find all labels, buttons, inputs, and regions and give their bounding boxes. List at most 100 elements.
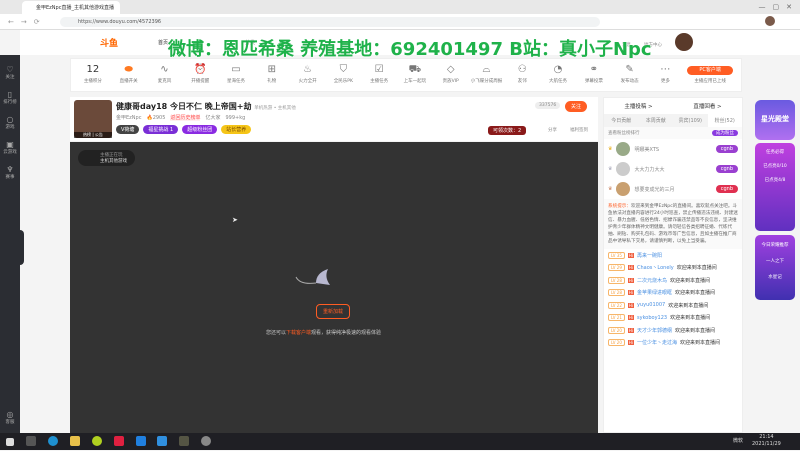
tag[interactable]: 福星挑战 1 [143, 125, 179, 134]
toolbar-item[interactable]: ♨ 火力全开 [290, 64, 326, 86]
gamepad-icon: ▣ [6, 140, 14, 149]
chat-username[interactable]: yuyu01007 [637, 302, 665, 308]
toolbar-item[interactable]: ◇ 贵族VIP [433, 64, 469, 86]
shield-icon: ⛉ [339, 64, 348, 75]
chat-username[interactable]: sykoboy123 [637, 315, 667, 321]
chat-username[interactable]: Chaos丶Lonely [637, 264, 674, 271]
join-fans-button[interactable]: 成为粉丝 [712, 130, 738, 136]
gauge-icon: ◔ [553, 64, 563, 75]
toolbar-item[interactable]: ⋯ 更多 [648, 64, 684, 86]
chat-message: LV 35 Hi 再来一碗阳 [604, 249, 742, 262]
toolbar-item[interactable]: ▭ 星海任务 [218, 64, 254, 86]
replay-link[interactable]: 直播回看 > [673, 102, 742, 110]
task-view-icon[interactable] [25, 436, 36, 446]
tab-week[interactable]: 本周贡献 [639, 114, 674, 127]
file-explorer-icon[interactable] [69, 436, 80, 446]
crown-icon: ♛ [608, 166, 613, 172]
url-input[interactable]: https://www.douyu.com/4572396 [60, 17, 600, 27]
level-badge: LV 21 [608, 314, 625, 322]
tab-today[interactable]: 今日贡献 [604, 114, 639, 127]
chat-username[interactable]: 金苹果绿进眼眶 [637, 289, 672, 296]
tab-title: 金甲EzNpc直播_主机其他游戏直播 [36, 5, 114, 11]
toolbar-item[interactable]: ⊞ 礼物 [254, 64, 290, 86]
toolbar-item[interactable]: ⬬ 直播开关 [111, 64, 147, 86]
app-icon[interactable] [113, 436, 124, 446]
clock[interactable]: 21:14 2021/11/29 [752, 434, 781, 448]
follow-button[interactable]: 关注 [565, 101, 588, 112]
chat-message: LV 20 Hi 一位少年丶走过海 欢迎来到本直播间 [604, 337, 742, 350]
window-controls[interactable]: — ▢ ✕ [759, 2, 792, 12]
hi-badge: Hi [627, 252, 635, 258]
sidebar-item-follow[interactable]: ♡ 关注 [0, 65, 20, 80]
lottery-button[interactable]: 可领次数：2 [488, 126, 527, 135]
anchor-score: 12 主播积分 [83, 64, 102, 84]
toolbar-item[interactable]: ☑ 主播任务 [361, 64, 397, 86]
promo-column[interactable]: 星光殿堂 任务必得 已点亮0/10 已点亮4/8 今日荣耀推荐 一人之下 水星记 [755, 100, 795, 300]
app-icon[interactable] [179, 436, 190, 446]
chat-username[interactable]: 天才少年郭德纲 [637, 327, 672, 334]
toolbar-item[interactable]: ∿ 麦克风 [147, 64, 183, 86]
tab-fans[interactable]: 粉丝(52) [707, 114, 742, 127]
panel-links: 主播投稿 > 直播回看 > [604, 98, 742, 114]
contribution-tabs: 今日贡献 本周贡献 贵宾(109) 粉丝(52) [604, 114, 742, 127]
toolbar-item[interactable]: ⏰ 开播提醒 [182, 64, 218, 86]
tab-vip[interactable]: 贵宾(109) [673, 114, 708, 127]
loading-shark-fin-icon [295, 269, 330, 285]
profile-avatar[interactable] [765, 16, 775, 26]
app-icon[interactable] [135, 436, 146, 446]
sidebar-collapse-handle[interactable] [18, 230, 24, 265]
friends-icon: ⚇ [517, 64, 527, 75]
chat-username[interactable]: 一位少年丶走过海 [637, 339, 677, 346]
toolbar-item[interactable]: ⛉ 全民乐PK [325, 64, 361, 86]
toolbar-item[interactable]: ✎ 发布动态 [612, 64, 648, 86]
nav-home[interactable]: 首页 [158, 39, 168, 46]
sidebar-item-ranking[interactable]: ▯ 排行榜 [0, 90, 20, 105]
fan-rank-row[interactable]: ♛ 明娜美XTS cgnb [604, 139, 742, 159]
gift-icon: ⊞ [267, 64, 276, 75]
toolbar-item[interactable]: ⚇ 友邻 [504, 64, 540, 86]
app-icon[interactable] [157, 436, 168, 446]
toolbar-item[interactable]: ⛟ 上车一起玩 [397, 64, 433, 86]
sidebar-item-games[interactable]: ○ 游戏 [0, 115, 20, 130]
ime-indicator[interactable]: 微软 [733, 437, 743, 444]
obs-icon[interactable] [201, 436, 212, 446]
ad-icon: ▭ [231, 64, 241, 75]
hi-badge: Hi [627, 327, 635, 333]
anchor-avatar[interactable]: 热榜 | 公告 [74, 100, 112, 138]
browser-tab[interactable]: 金甲EzNpc直播_主机其他游戏直播 [22, 1, 120, 14]
pc-client[interactable]: PC客户端 主播应用已上线 [683, 64, 737, 86]
windows-start-icon[interactable] [6, 438, 14, 446]
heart-icon: ♡ [6, 65, 14, 74]
crown-icon: ♛ [608, 186, 613, 192]
ufo-icon: ⌓ [482, 64, 491, 75]
toolbar-item[interactable]: ⚭ 弹幕投票 [576, 64, 612, 86]
share-button[interactable]: 分享 [548, 127, 557, 133]
fan-rank-row[interactable]: ♛ 大大力力大大 cgnb [604, 159, 742, 179]
anchor-toolbar: 12 主播积分 ⬬ 直播开关 ∿ 麦克风 ⏰ 开播提醒 ▭ 星海任务 ⊞ 礼物 ♨ 火力全开 … [70, 58, 742, 92]
sign-in-button[interactable]: 福利签到 [570, 127, 588, 133]
app-icon[interactable] [91, 436, 102, 446]
edge-icon[interactable] [47, 436, 58, 446]
browser-tab-bar: 金甲EzNpc直播_主机其他游戏直播 — ▢ ✕ [0, 0, 800, 14]
tag[interactable]: V荷塘 [116, 125, 140, 134]
download-client-link[interactable]: 下载客户端 [286, 330, 311, 336]
sidebar-item-events[interactable]: ♆ 赛事 [0, 165, 20, 180]
douyu-logo[interactable]: 斗鱼 [100, 36, 118, 49]
reload-button[interactable]: 重新加载 [316, 304, 351, 319]
left-sidebar: ♡ 关注 ▯ 排行榜 ○ 游戏 ▣ 云游戏 ♆ 赛事 ◎ 客服 [0, 55, 24, 433]
sidebar-item-cloud-games[interactable]: ▣ 云游戏 [0, 140, 20, 155]
chat-message: LV 28 Hi 二次元烧木鸟 欢迎来到本直播间 [604, 274, 742, 287]
anchor-posts-link[interactable]: 主播投稿 > [604, 102, 673, 110]
fan-rank-row[interactable]: ♛ 想要变成光的三月 cgnb [604, 179, 742, 199]
user-avatar[interactable] [675, 33, 693, 51]
video-player[interactable]: 主播正在玩 主机其他游戏 重新加载 您还可以下载客户端观看，获得纯净极速的观看体验… [70, 142, 598, 433]
toolbar-item[interactable]: ⌓ 小飞碟分成周报 [469, 64, 505, 86]
more-icon: ⋯ [660, 64, 671, 75]
chat-username[interactable]: 二次元烧木鸟 [637, 277, 667, 284]
sidebar-item-service[interactable]: ◎ 客服 [0, 410, 20, 425]
tag[interactable]: 超级粉丝团 [182, 125, 218, 134]
nav-buttons[interactable]: ← → ⟳ [8, 17, 40, 27]
tag[interactable]: 站长营养 [221, 125, 252, 134]
toolbar-item[interactable]: ◔ 大航任务 [540, 64, 576, 86]
chat-username[interactable]: 再来一碗阳 [637, 252, 662, 259]
